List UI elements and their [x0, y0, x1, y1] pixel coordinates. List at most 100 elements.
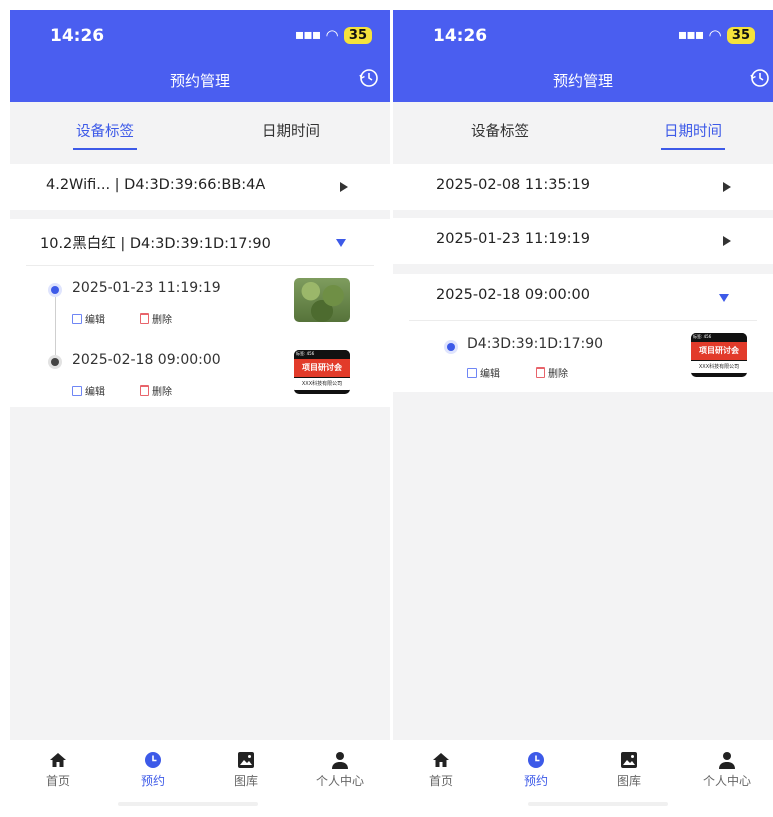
nav-label: 个人中心: [702, 774, 751, 788]
history-icon[interactable]: [749, 67, 771, 93]
entry-datetime: 2025-02-18 09:00:00: [72, 352, 221, 368]
clock-icon: [528, 752, 544, 768]
expanded-arrow-icon: [719, 294, 729, 302]
edit-label: 编辑: [85, 315, 105, 326]
battery-icon: 35: [343, 26, 372, 44]
row-label: 2025-02-18 09:00:00: [436, 287, 590, 303]
tab-label: 日期时间: [664, 124, 722, 140]
collapsed-arrow-icon: [340, 182, 348, 192]
expanded-panel: D4:3D:39:1D:17:90 编辑 删除 标签: 456 项目研讨会 XX…: [393, 320, 773, 392]
delete-label: 删除: [152, 387, 172, 398]
status-time: 14:26: [50, 26, 105, 46]
header-bar: 14:26 ▪▪▪ ◠ 35 预约管理: [393, 10, 773, 102]
tab-underline: [661, 148, 725, 150]
wifi-icon: ◠: [709, 26, 721, 44]
list-item[interactable]: 2025-02-18 09:00:00: [393, 274, 773, 320]
entry-datetime: 2025-01-23 11:19:19: [72, 280, 221, 296]
row-label: 10.2黑白红 | D4:3D:39:1D:17:90: [40, 236, 271, 252]
row-label: 4.2Wifi... | D4:3D:39:66:BB:4A: [46, 177, 266, 193]
nav-home[interactable]: 首页: [23, 750, 93, 789]
trash-icon: [140, 385, 149, 396]
signal-icon: ▪▪▪: [294, 27, 321, 43]
home-indicator: [118, 802, 258, 806]
nav-gallery[interactable]: 图库: [594, 750, 664, 789]
list-item[interactable]: 2025-01-23 11:19:19: [393, 218, 773, 264]
nav-label: 首页: [428, 774, 453, 788]
edit-icon: [72, 385, 82, 396]
nav-label: 首页: [45, 774, 70, 788]
nav-booking[interactable]: 预约: [501, 750, 571, 789]
home-icon: [433, 753, 449, 767]
divider: [409, 320, 757, 321]
list-item[interactable]: 2025-02-08 11:35:19: [393, 164, 773, 210]
tab-device-label[interactable]: 设备标签: [471, 120, 529, 141]
delete-button[interactable]: 删除: [140, 383, 172, 398]
tab-label: 设备标签: [76, 124, 134, 140]
thumbnail-image[interactable]: [294, 278, 350, 322]
delete-button[interactable]: 删除: [536, 365, 568, 380]
nav-label: 预约: [523, 774, 548, 788]
edit-button[interactable]: 编辑: [467, 365, 500, 380]
tab-underline: [73, 148, 137, 150]
person-icon: [332, 752, 348, 769]
delete-label: 删除: [152, 315, 172, 326]
nav-booking[interactable]: 预约: [118, 750, 188, 789]
delete-label: 删除: [548, 369, 568, 380]
thumb-top-text: 标签: 456: [294, 350, 350, 358]
nav-gallery[interactable]: 图库: [211, 750, 281, 789]
nav-profile[interactable]: 个人中心: [305, 750, 375, 789]
status-time: 14:26: [433, 26, 488, 46]
image-icon: [238, 752, 254, 768]
edit-button[interactable]: 编辑: [72, 311, 105, 326]
wifi-icon: ◠: [326, 26, 338, 44]
home-indicator: [528, 802, 668, 806]
collapsed-arrow-icon: [723, 182, 731, 192]
entry-device: D4:3D:39:1D:17:90: [467, 336, 604, 352]
timeline-dot: [51, 286, 59, 294]
edit-button[interactable]: 编辑: [72, 383, 105, 398]
list-item[interactable]: 4.2Wifi... | D4:3D:39:66:BB:4A: [10, 164, 390, 210]
trash-icon: [140, 313, 149, 324]
timeline-line: [55, 293, 56, 363]
thumb-main-text: 项目研讨会: [691, 342, 747, 360]
list-item[interactable]: 10.2黑白红 | D4:3D:39:1D:17:90: [10, 219, 390, 265]
tab-label: 设备标签: [471, 124, 529, 140]
history-icon[interactable]: [358, 67, 380, 93]
trash-icon: [536, 367, 545, 378]
divider: [26, 265, 374, 266]
clock-icon: [145, 752, 161, 768]
nav-label: 预约: [140, 774, 165, 788]
thumb-top-text: 标签: 456: [691, 333, 747, 341]
status-icons: ▪▪▪ ◠ 35: [295, 26, 372, 44]
signal-icon: ▪▪▪: [677, 27, 704, 43]
thumbnail-image[interactable]: 标签: 456 项目研讨会 XXX科技有限公司: [691, 333, 747, 377]
edit-icon: [467, 367, 477, 378]
thumb-main-text: 项目研讨会: [294, 359, 350, 377]
edit-icon: [72, 313, 82, 324]
expanded-panel: 2025-01-23 11:19:19 编辑 删除 2025-02-18 09:…: [10, 265, 390, 407]
battery-icon: 35: [726, 26, 755, 44]
timeline-dot: [51, 358, 59, 366]
thumb-sub-text: XXX科技有限公司: [294, 378, 350, 390]
left-screen: 14:26 ▪▪▪ ◠ 35 预约管理 设备标签 日期时间 4.2Wifi...…: [10, 10, 390, 817]
thumbnail-image[interactable]: 标签: 456 项目研讨会 XXX科技有限公司: [294, 350, 350, 394]
tab-datetime[interactable]: 日期时间: [661, 120, 725, 150]
image-icon: [621, 752, 637, 768]
nav-profile[interactable]: 个人中心: [692, 750, 762, 789]
tab-label: 日期时间: [262, 124, 320, 140]
tab-bar: 设备标签 日期时间: [10, 102, 390, 160]
edit-label: 编辑: [480, 369, 500, 380]
nav-home[interactable]: 首页: [406, 750, 476, 789]
tab-device-label[interactable]: 设备标签: [73, 120, 137, 150]
row-label: 2025-01-23 11:19:19: [436, 231, 590, 247]
nav-label: 图库: [616, 774, 641, 788]
expanded-arrow-icon: [336, 239, 346, 247]
delete-button[interactable]: 删除: [140, 311, 172, 326]
right-screen: 14:26 ▪▪▪ ◠ 35 预约管理 设备标签 日期时间 2025-02-08…: [393, 10, 773, 817]
home-icon: [50, 753, 66, 767]
timeline-dot: [447, 343, 455, 351]
tab-datetime[interactable]: 日期时间: [262, 120, 320, 141]
edit-label: 编辑: [85, 387, 105, 398]
tab-bar: 设备标签 日期时间: [393, 102, 773, 160]
page-title: 预约管理: [169, 72, 230, 90]
